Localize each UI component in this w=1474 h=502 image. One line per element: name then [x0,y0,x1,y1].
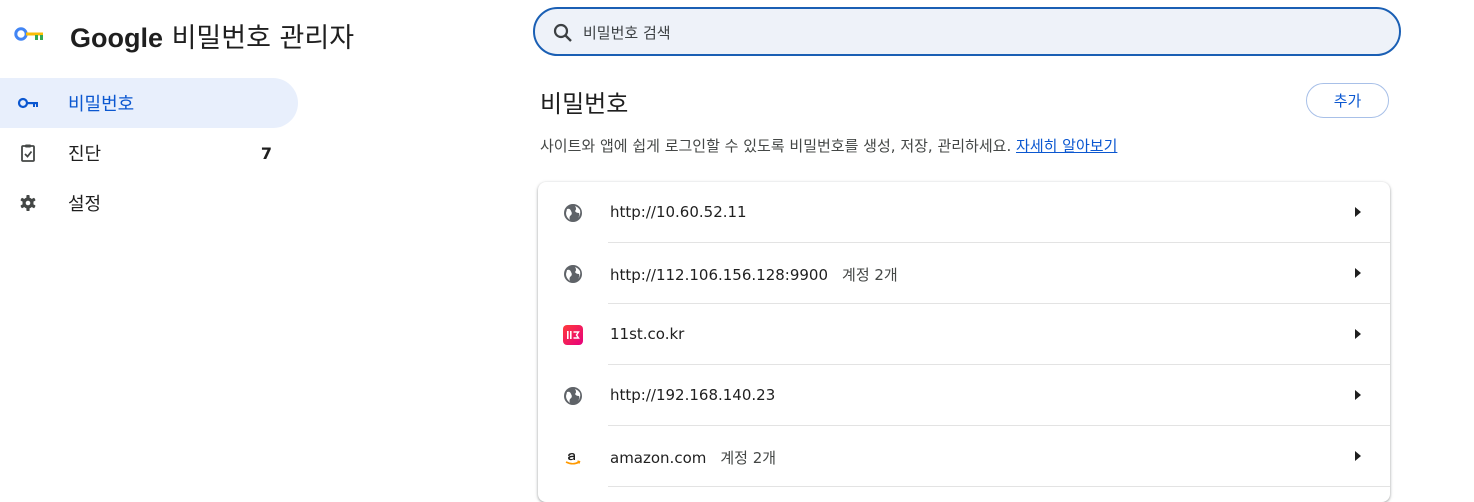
sidebar-item-label: 설정 [68,194,102,215]
add-password-button[interactable]: 추가 [1306,83,1389,118]
site-name: http://10.60.52.11 [610,203,747,221]
site-name: amazon.com [610,449,707,467]
search-box[interactable] [533,7,1401,56]
chevron-right-icon [1355,207,1361,217]
app-title-suffix: 비밀번호 관리자 [171,23,355,54]
checkup-count-badge: 7 [260,143,272,163]
password-row[interactable]: amazon.com 계정 2개 [538,426,1390,487]
search-icon [553,23,572,42]
page-title: 비밀번호 [540,90,629,118]
password-list: http://10.60.52.11 http://112.106.156.12… [538,182,1390,502]
site-label: 11st.co.kr [610,325,684,343]
site-label: http://192.168.140.23 [610,386,775,404]
learn-more-link[interactable]: 자세히 알아보기 [1016,137,1117,155]
sidebar-item-checkup[interactable]: 진단 7 [0,128,298,178]
site-name: 11st.co.kr [610,325,685,343]
password-row[interactable]: http://10.60.52.11 [538,182,1390,243]
password-row[interactable]: http://192.168.140.23 [538,365,1390,426]
password-row[interactable]: http://112.106.156.128:9900 계정 2개 [538,243,1390,304]
clipboard-check-icon [21,144,35,162]
amazon-icon [565,453,581,465]
sidebar-nav: 비밀번호 진단 7 설정 [0,78,298,228]
sidebar-item-label: 진단 [68,144,102,165]
account-count: 계정 2개 [842,266,898,284]
description-text: 사이트와 앱에 쉽게 로그인할 수 있도록 비밀번호를 생성, 저장, 관리하세… [540,137,1012,155]
sidebar-item-passwords[interactable]: 비밀번호 [0,78,298,128]
chevron-right-icon [1355,329,1361,339]
sidebar-item-settings[interactable]: 설정 [0,178,298,228]
chevron-right-icon [1355,451,1361,461]
gear-icon [20,195,36,211]
key-icon [17,97,38,109]
11st-icon [563,325,583,345]
chevron-right-icon [1355,268,1361,278]
password-manager-logo-icon [14,27,43,41]
chevron-right-icon [1355,390,1361,400]
site-label: http://10.60.52.11 [610,203,747,221]
account-count: 계정 2개 [720,449,777,467]
globe-icon [564,265,582,283]
password-row[interactable]: 11st.co.kr [538,304,1390,365]
globe-icon [564,204,582,222]
site-name: http://112.106.156.128:9900 [610,266,829,284]
search-input[interactable] [581,19,1365,47]
site-label: http://112.106.156.128:9900 계정 2개 [610,264,898,285]
site-name: http://192.168.140.23 [610,386,776,404]
page-description: 사이트와 앱에 쉽게 로그인할 수 있도록 비밀번호를 생성, 저장, 관리하세… [540,135,1117,156]
app-title: Google 비밀번호 관리자 [70,16,354,55]
site-label: amazon.com 계정 2개 [610,447,776,468]
app-title-brand: Google [70,23,163,53]
globe-icon [564,387,582,405]
sidebar-item-label: 비밀번호 [68,94,135,115]
